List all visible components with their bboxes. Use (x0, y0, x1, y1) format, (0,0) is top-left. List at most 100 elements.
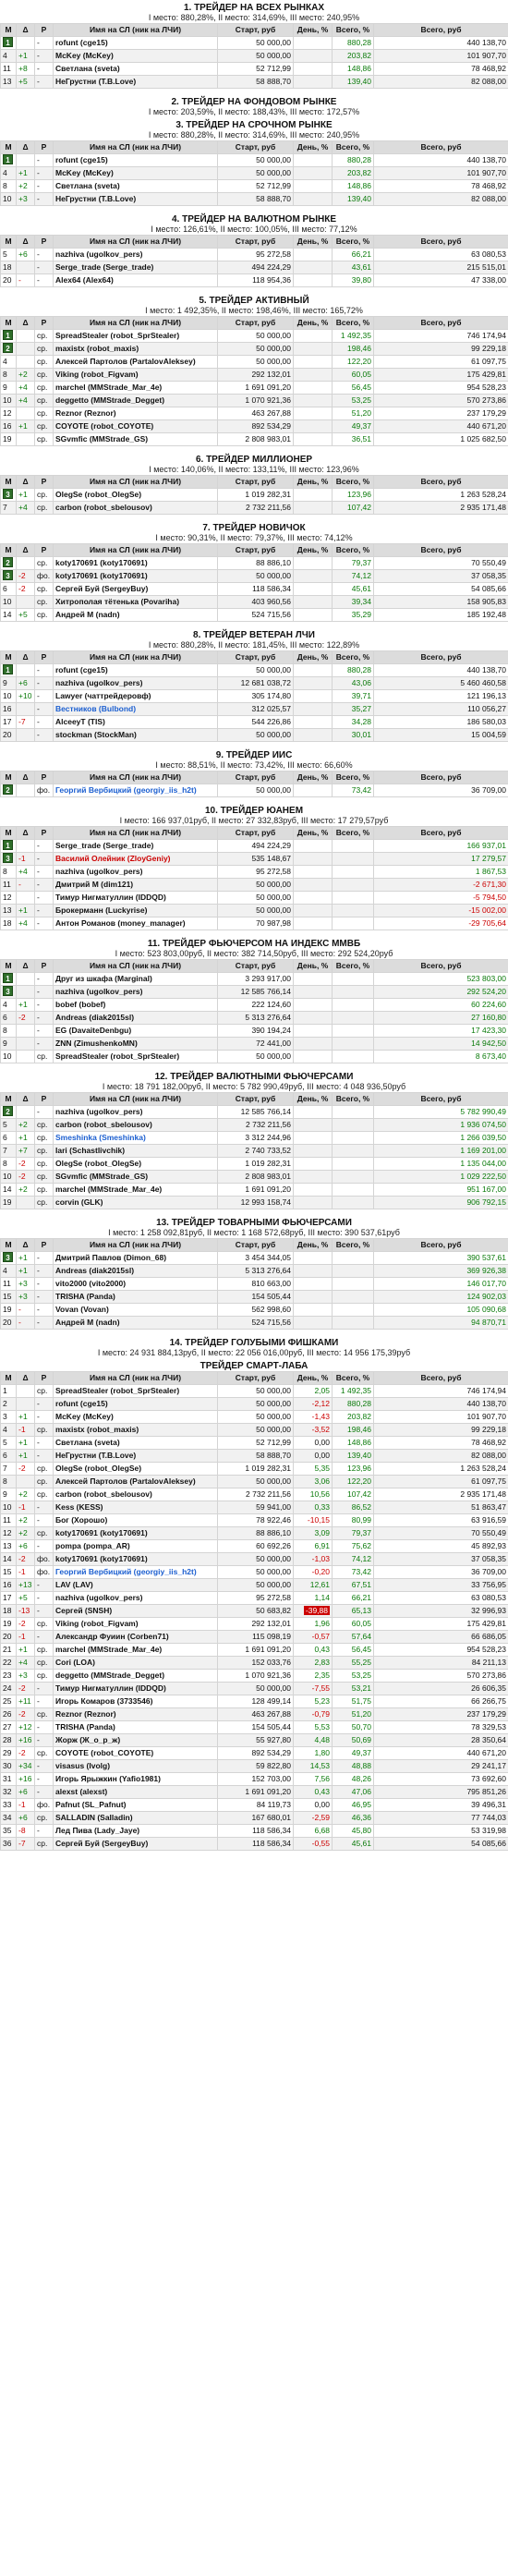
table-row[interactable]: 2 ср. koty170691 (koty170691) 88 886,10 79,3… (0, 556, 508, 570)
table-row[interactable]: 16 +1 ср. COYOTE (robot_COYOTE) 892 534,29 49… (0, 419, 508, 433)
table-row[interactable]: 1- rofunt (cge15) 50 000,00 880,28 440 138,7… (0, 36, 508, 50)
column-header[interactable]: Имя на СЛ (ник на ЛЧИ) (53, 1238, 218, 1252)
cell-name[interactable]: koty170691 (koty170691) (53, 569, 218, 583)
table-row[interactable]: 14 -2 фо. koty170691 (koty170691) 50 000,00-… (0, 1552, 508, 1566)
table-row[interactable]: 16 +13- LAV (LAV) 50 000,00 12,61 67,51 33 756… (0, 1578, 508, 1592)
column-header[interactable]: М (0, 140, 17, 154)
cell-name[interactable]: koty170691 (koty170691) (53, 556, 218, 570)
table-row[interactable]: 13 +5- НеГрустни (T.B.Love) 58 888,70 139,40… (0, 75, 508, 89)
table-row[interactable]: 31 +16- Игорь Ярыжкин (Yafio1981) 152 703,0… (0, 1772, 508, 1786)
column-header[interactable]: Р (34, 959, 54, 973)
cell-name[interactable]: SpreadStealer (robot_SprStealer) (53, 329, 218, 343)
cell-name[interactable]: koty170691 (koty170691) (53, 1552, 218, 1566)
column-header[interactable]: М (0, 543, 17, 557)
column-header[interactable]: Всего, руб (373, 23, 508, 37)
cell-name[interactable]: Лед Пива (Lady_Jaye) (53, 1824, 218, 1838)
column-header[interactable]: День, % (293, 140, 333, 154)
column-header[interactable]: День, % (293, 316, 333, 330)
cell-name[interactable]: Алексей Партолов (PartalovAleksey) (53, 355, 218, 369)
cell-name[interactable]: McKey (McKey) (53, 49, 218, 63)
column-header[interactable]: М (0, 826, 17, 840)
table-row[interactable]: 6 -2- Andreas (diak2015sl) 5 313 276,64 27 1… (0, 1011, 508, 1025)
cell-name[interactable]: EG (DavaiteDenbgu) (53, 1024, 218, 1038)
cell-name[interactable]: OlegSe (robot_OlegSe) (53, 488, 218, 502)
table-row[interactable]: 10 +10- Lawyer (чаттрейдеровф) 305 174,80 39… (0, 689, 508, 703)
cell-name[interactable]: TRISHA (Panda) (53, 1290, 218, 1304)
column-header[interactable]: Δ (16, 235, 35, 249)
table-row[interactable]: 11- - Дмитрий М (dim121) 50 000,00 -2 671,30 (0, 878, 508, 892)
column-header[interactable]: Всего, % (332, 826, 374, 840)
column-header[interactable]: Р (34, 650, 54, 664)
cell-name[interactable]: SpreadStealer (robot_SprStealer) (53, 1384, 218, 1398)
table-row[interactable]: 1 ср. SpreadStealer (robot_SprStealer) 50 0… (0, 329, 508, 343)
table-row[interactable]: 34 +6 ср. SALLADIN (Salladin) 167 680,01 -2,5… (0, 1811, 508, 1825)
column-header[interactable]: Δ (16, 1238, 35, 1252)
table-row[interactable]: 10 -1- Kess (KESS) 59 941,00 0,33 86,52 51 863… (0, 1501, 508, 1514)
table-row[interactable]: 3 +1 ср. OlegSe (robot_OlegSe) 1 019 282,31 1… (0, 488, 508, 502)
cell-name[interactable]: Сергей Буй (SergeyBuy) (53, 1837, 218, 1851)
column-header[interactable]: Р (34, 475, 54, 489)
cell-name[interactable]: nazhiva (ugolkov_pers) (53, 1591, 218, 1605)
column-header[interactable]: Δ (16, 1371, 35, 1385)
table-row[interactable]: 4 ср. Алексей Партолов (PartalovAleksey) 50… (0, 355, 508, 369)
table-row[interactable]: 17 +5- nazhiva (ugolkov_pers) 95 272,58 1,14… (0, 1591, 508, 1605)
column-header[interactable]: Старт, руб (217, 316, 294, 330)
cell-name[interactable]: rofunt (cge15) (53, 663, 218, 677)
column-header[interactable]: День, % (293, 1092, 333, 1106)
column-header[interactable]: Δ (16, 140, 35, 154)
column-header[interactable]: Старт, руб (217, 650, 294, 664)
column-header[interactable]: Старт, руб (217, 235, 294, 249)
table-row[interactable]: 33 -1 фо. Pafnut (SL_Pafnut) 84 119,73 0,00 46… (0, 1798, 508, 1812)
cell-name[interactable]: Reznor (Reznor) (53, 407, 218, 420)
cell-name[interactable]: Pafnut (SL_Pafnut) (53, 1798, 218, 1812)
table-row[interactable]: 14 +2 ср. marchel (MMStrade_Mar_4e) 1 691 09… (0, 1183, 508, 1197)
column-header[interactable]: Всего, руб (373, 1238, 508, 1252)
cell-name[interactable]: COYOTE (robot_COYOTE) (53, 1746, 218, 1760)
cell-name[interactable]: Сергей (SNSH) (53, 1604, 218, 1618)
table-row[interactable]: 4 +1- Andreas (diak2015sl) 5 313 276,64 369 … (0, 1264, 508, 1278)
table-row[interactable]: 7 -2 ср. OlegSe (robot_OlegSe) 1 019 282,31 5… (0, 1462, 508, 1476)
column-header[interactable]: М (0, 1371, 17, 1385)
cell-name[interactable]: maxistx (robot_maxis) (53, 342, 218, 356)
column-header[interactable]: Старт, руб (217, 140, 294, 154)
table-row[interactable]: 6 -2 ср. Сергей Буй (SergeyBuy) 118 586,34 45… (0, 582, 508, 596)
column-header[interactable]: Δ (16, 316, 35, 330)
column-header[interactable]: Всего, руб (373, 1092, 508, 1106)
table-row[interactable]: 17 -7- AlceeyT (TIS) 544 226,86 34,28 186 580… (0, 715, 508, 729)
column-header[interactable]: Р (34, 1371, 54, 1385)
cell-name[interactable]: McKey (McKey) (53, 166, 218, 180)
table-row[interactable]: 8 +2- Светлана (sveta) 52 712,99 148,86 78 46… (0, 179, 508, 193)
column-header[interactable]: День, % (293, 1238, 333, 1252)
table-row[interactable]: 12- Тимур Нигматуллин (IDDQD) 50 000,00 -5 … (0, 891, 508, 905)
table-row[interactable]: 9 +4 ср. marchel (MMStrade_Mar_4e) 1 691 091… (0, 381, 508, 395)
table-row[interactable]: 21 +1 ср. marchel (MMStrade_Mar_4e) 1 691 09… (0, 1643, 508, 1657)
table-row[interactable]: 10 +3- НеГрустни (T.B.Love) 58 888,70 139,40… (0, 192, 508, 206)
table-row[interactable]: 13 +1- Брокерманн (Luckyrise) 50 000,00 -15 … (0, 904, 508, 917)
cell-name[interactable]: Бог (Хорошо) (53, 1513, 218, 1527)
column-header[interactable]: Старт, руб (217, 826, 294, 840)
cell-name[interactable]: alexst (alexst) (53, 1785, 218, 1799)
cell-name[interactable]: SALLADIN (Salladin) (53, 1811, 218, 1825)
table-row[interactable]: 36 -7 ср. Сергей Буй (SergeyBuy) 118 586,34-… (0, 1837, 508, 1851)
cell-name[interactable]: НеГрустни (T.B.Love) (53, 192, 218, 206)
column-header[interactable]: Имя на СЛ (ник на ЛЧИ) (53, 23, 218, 37)
column-header[interactable]: Имя на СЛ (ник на ЛЧИ) (53, 650, 218, 664)
column-header[interactable]: День, % (293, 23, 333, 37)
table-row[interactable]: 30 +34- visasus (Ivolg) 59 822,80 14,53 48,88… (0, 1759, 508, 1773)
cell-name[interactable]: Vovan (Vovan) (53, 1303, 218, 1317)
cell-name[interactable]: marchel (MMStrade_Mar_4e) (53, 1643, 218, 1657)
cell-name[interactable]: koty170691 (koty170691) (53, 1526, 218, 1540)
column-header[interactable]: Δ (16, 23, 35, 37)
column-header[interactable]: Всего, % (332, 235, 374, 249)
column-header[interactable]: Имя на СЛ (ник на ЛЧИ) (53, 316, 218, 330)
column-header[interactable]: Всего, руб (373, 826, 508, 840)
column-header[interactable]: М (0, 475, 17, 489)
table-row[interactable]: 11 +3- vito2000 (vito2000) 810 663,00 146 01… (0, 1277, 508, 1291)
column-header[interactable]: М (0, 650, 17, 664)
column-header[interactable]: Р (34, 543, 54, 557)
table-row[interactable]: 5 +6- nazhiva (ugolkov_pers) 95 272,58 66,21… (0, 248, 508, 261)
cell-name[interactable]: Брокерманн (Luckyrise) (53, 904, 218, 917)
table-row[interactable]: 9 +2 ср. carbon (robot_sbelousov) 2 732 211,… (0, 1488, 508, 1501)
column-header[interactable]: День, % (293, 475, 333, 489)
column-header[interactable]: Старт, руб (217, 771, 294, 784)
